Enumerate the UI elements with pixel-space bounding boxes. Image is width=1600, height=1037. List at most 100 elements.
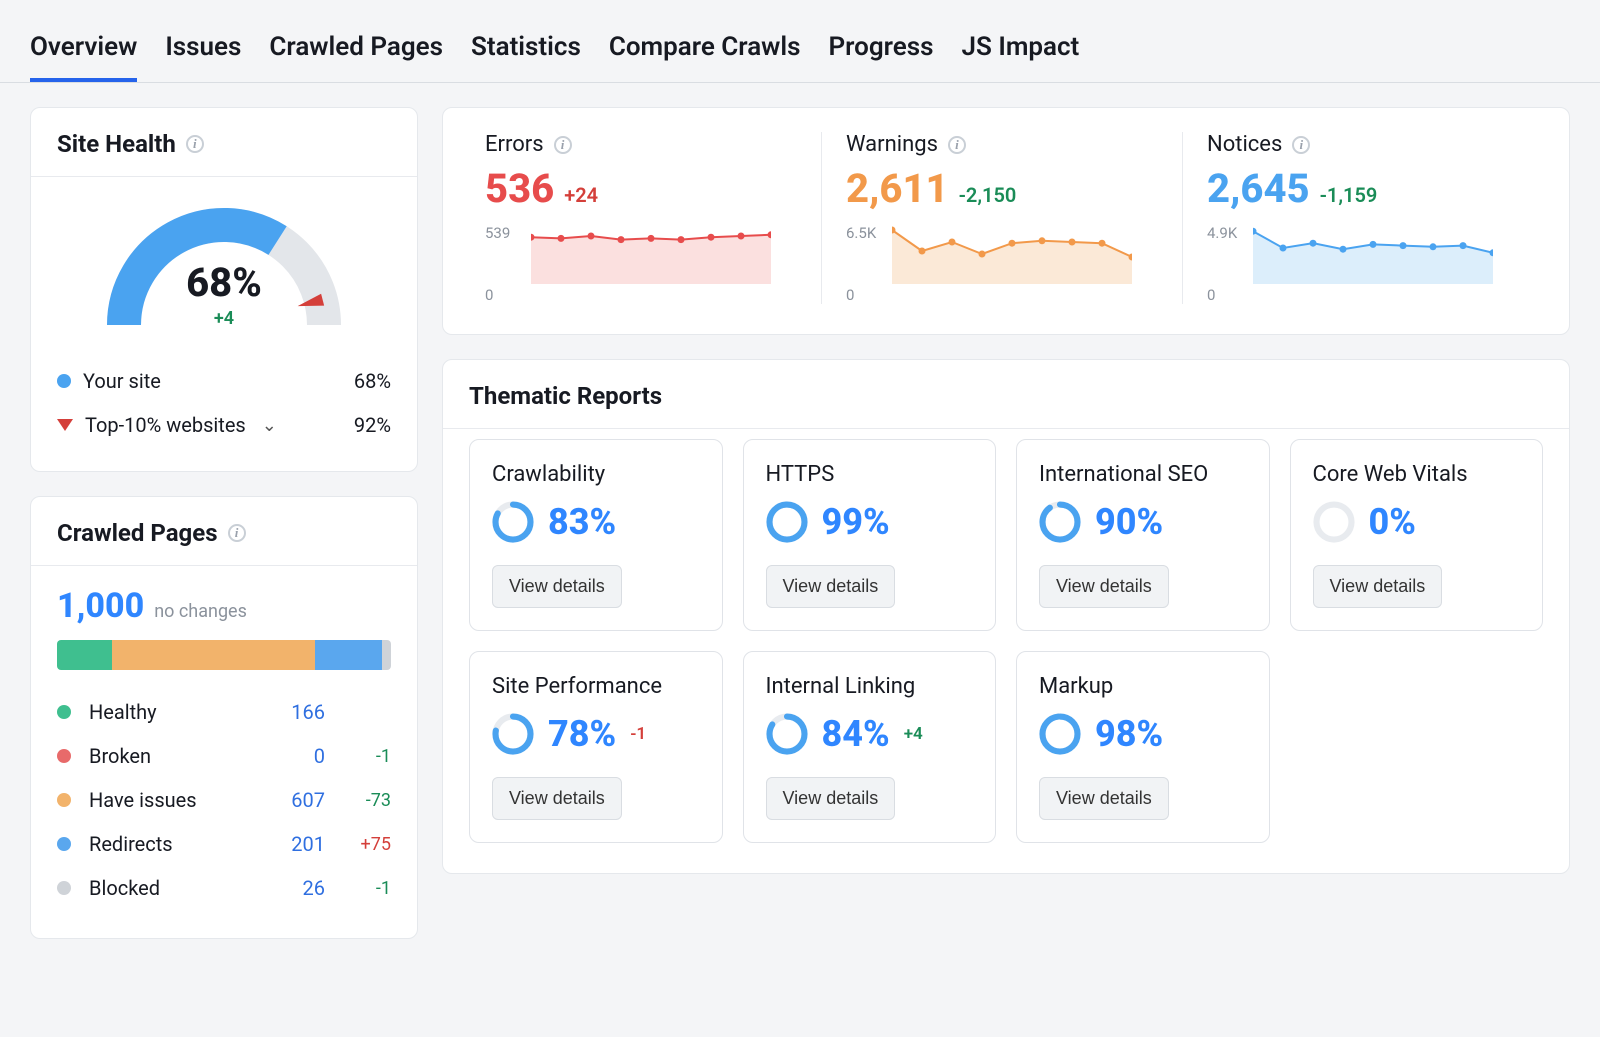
dot-icon: [57, 837, 71, 851]
crawled-pages-row[interactable]: Have issues 607 -73: [57, 778, 391, 822]
info-icon[interactable]: i: [1292, 136, 1310, 154]
y-axis-max: 539: [485, 224, 510, 242]
issue-notices[interactable]: Notices i 2,645 -1,159 4.9K 0: [1191, 132, 1543, 304]
segment-delta: +75: [335, 834, 391, 855]
tab-crawled-pages[interactable]: Crawled Pages: [269, 32, 443, 82]
site-health-card: Site Health i 68% +4: [30, 107, 418, 472]
issue-delta: -2,150: [959, 183, 1017, 207]
theme-delta: +4: [904, 724, 923, 744]
crawled-pages-bar: [57, 640, 391, 670]
y-axis-min: 0: [485, 286, 493, 304]
progress-ring-icon: [1039, 501, 1081, 543]
crawled-pages-row[interactable]: Redirects 201 +75: [57, 822, 391, 866]
issue-title: Notices: [1207, 132, 1282, 157]
theme-percent: 84%: [822, 713, 890, 755]
theme-title: Site Performance: [492, 674, 700, 699]
theme-card-site-performance: Site Performance 78% -1 View details: [469, 651, 723, 843]
tab-bar: Overview Issues Crawled Pages Statistics Com…: [0, 0, 1600, 83]
progress-ring-icon: [492, 501, 534, 543]
progress-ring-icon: [766, 501, 808, 543]
progress-ring-icon: [492, 713, 534, 755]
theme-percent: 0%: [1369, 501, 1416, 543]
theme-percent: 98%: [1095, 713, 1163, 755]
dot-icon: [57, 881, 71, 895]
bar-segment: [315, 640, 382, 670]
issue-value: 2,645: [1207, 165, 1310, 212]
theme-card-internal-linking: Internal Linking 84% +4 View details: [743, 651, 997, 843]
y-axis-min: 0: [846, 286, 854, 304]
theme-percent: 78%: [548, 713, 616, 755]
legend-top10[interactable]: Top-10% websites ⌄ 92%: [57, 403, 391, 447]
dot-icon: [57, 793, 71, 807]
theme-percent: 90%: [1095, 501, 1163, 543]
info-icon[interactable]: i: [186, 135, 204, 153]
segment-label: Blocked: [89, 876, 255, 900]
segment-value: 607: [265, 788, 325, 812]
issue-sparkline: 539 0: [485, 224, 805, 304]
view-details-button[interactable]: View details: [492, 565, 622, 608]
segment-label: Have issues: [89, 788, 255, 812]
view-details-button[interactable]: View details: [1039, 777, 1169, 820]
segment-label: Redirects: [89, 832, 255, 856]
site-health-delta: +4: [94, 308, 354, 329]
segment-value: 166: [265, 700, 325, 724]
segment-label: Healthy: [89, 700, 255, 724]
site-health-title: Site Health: [57, 130, 176, 158]
tab-issues[interactable]: Issues: [165, 32, 241, 82]
theme-title: Crawlability: [492, 462, 700, 487]
theme-card-https: HTTPS 99% View details: [743, 439, 997, 631]
tab-compare-crawls[interactable]: Compare Crawls: [609, 32, 801, 82]
issue-title: Warnings: [846, 132, 938, 157]
theme-card-international-seo: International SEO 90% View details: [1016, 439, 1270, 631]
bar-segment: [112, 640, 315, 670]
segment-value: 26: [265, 876, 325, 900]
theme-card-core-web-vitals: Core Web Vitals 0% View details: [1290, 439, 1544, 631]
crawled-pages-title: Crawled Pages: [57, 519, 218, 547]
theme-card-crawlability: Crawlability 83% View details: [469, 439, 723, 631]
theme-title: Core Web Vitals: [1313, 462, 1521, 487]
bar-segment: [382, 640, 391, 670]
issue-errors[interactable]: Errors i 536 +24 539 0: [469, 132, 822, 304]
crawled-pages-row[interactable]: Healthy 166: [57, 690, 391, 734]
view-details-button[interactable]: View details: [492, 777, 622, 820]
theme-title: Internal Linking: [766, 674, 974, 699]
info-icon[interactable]: i: [554, 136, 572, 154]
chevron-down-icon: ⌄: [262, 415, 277, 436]
crawled-pages-row[interactable]: Broken 0 -1: [57, 734, 391, 778]
tab-statistics[interactable]: Statistics: [471, 32, 581, 82]
issue-warnings[interactable]: Warnings i 2,611 -2,150 6.5K 0: [830, 132, 1183, 304]
info-icon[interactable]: i: [948, 136, 966, 154]
view-details-button[interactable]: View details: [1313, 565, 1443, 608]
bar-segment: [57, 640, 112, 670]
theme-title: Markup: [1039, 674, 1247, 699]
issue-sparkline: 4.9K 0: [1207, 224, 1527, 304]
thematic-title: Thematic Reports: [443, 360, 1569, 429]
progress-ring-icon: [766, 713, 808, 755]
segment-label: Broken: [89, 744, 255, 768]
issue-delta: -1,159: [1320, 183, 1378, 207]
crawled-pages-note: no changes: [154, 601, 247, 622]
issue-delta: +24: [564, 183, 598, 207]
tab-progress[interactable]: Progress: [829, 32, 934, 82]
issue-value: 536: [485, 165, 554, 212]
site-health-gauge: 68% +4: [94, 195, 354, 335]
dot-icon: [57, 705, 71, 719]
view-details-button[interactable]: View details: [1039, 565, 1169, 608]
issue-value: 2,611: [846, 165, 949, 212]
view-details-button[interactable]: View details: [766, 777, 896, 820]
view-details-button[interactable]: View details: [766, 565, 896, 608]
crawled-pages-row[interactable]: Blocked 26 -1: [57, 866, 391, 910]
dot-icon: [57, 374, 71, 388]
theme-percent: 83%: [548, 501, 616, 543]
theme-delta: -1: [630, 724, 646, 744]
tab-overview[interactable]: Overview: [30, 32, 137, 82]
issue-title: Errors: [485, 132, 544, 157]
crawled-pages-total: 1,000: [57, 586, 144, 626]
theme-title: HTTPS: [766, 462, 974, 487]
dot-icon: [57, 749, 71, 763]
info-icon[interactable]: i: [228, 524, 246, 542]
segment-delta: -1: [335, 878, 391, 899]
tab-js-impact[interactable]: JS Impact: [962, 32, 1080, 82]
issues-summary-card: Errors i 536 +24 539 0 Warnings i 2,611 …: [442, 107, 1570, 335]
theme-card-markup: Markup 98% View details: [1016, 651, 1270, 843]
